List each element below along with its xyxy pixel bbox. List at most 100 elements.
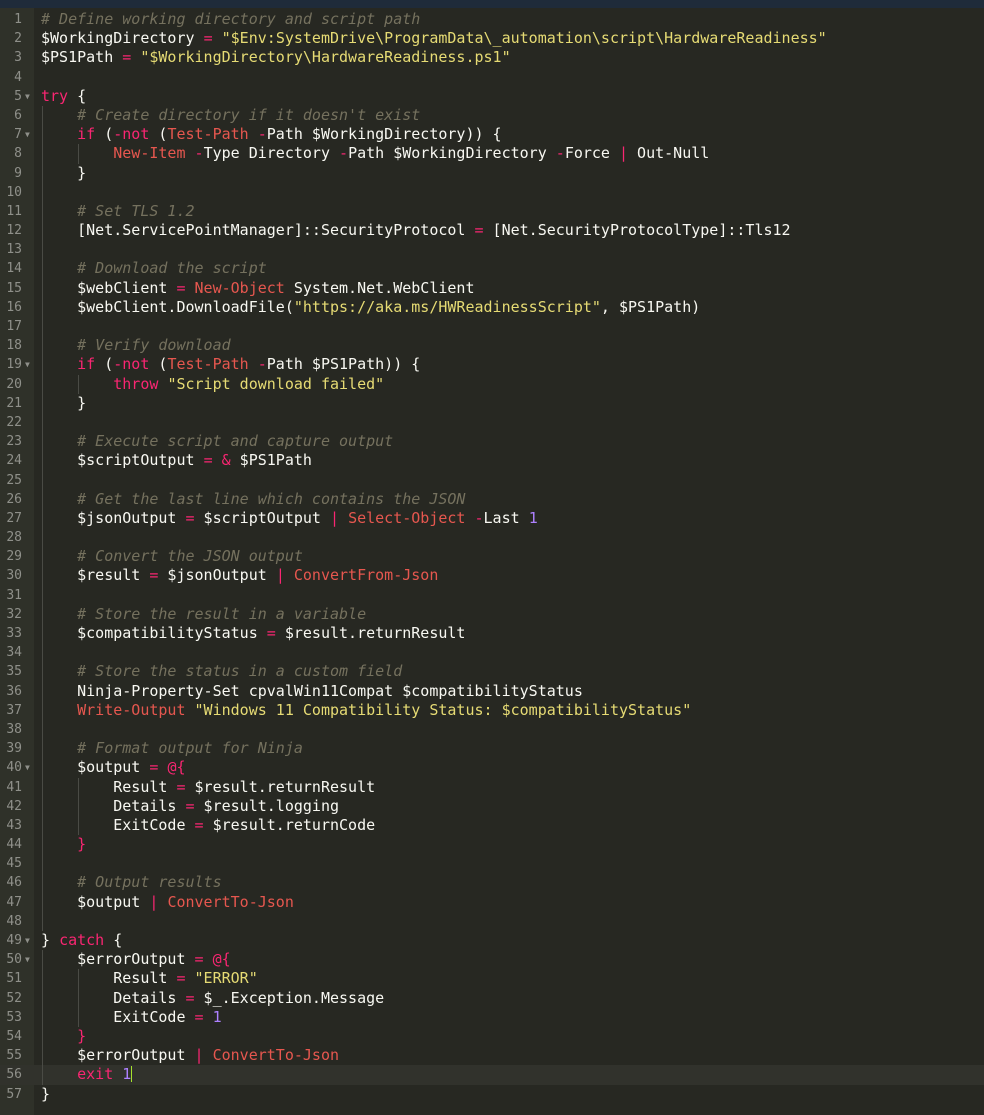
code-token: $result.returnCode	[203, 815, 376, 834]
code-token: Test-Path	[167, 355, 249, 374]
line-number: 44	[6, 837, 22, 853]
code-token: 1	[528, 508, 538, 527]
code-editor[interactable]: 1 # Define working directory and script p…	[0, 8, 984, 1115]
code-line[interactable]: 41 Result = $result.returnResult	[0, 777, 984, 797]
code-line[interactable]: 27 $jsonOutput = $scriptOutput | Select-…	[0, 508, 984, 529]
code-line[interactable]: 53 ExitCode = 1	[0, 1007, 984, 1027]
code-token: "Windows 11 Compatibility Status: $compa…	[194, 700, 692, 719]
editor-top-bar	[0, 0, 984, 8]
code-token: ConvertTo-Json	[167, 892, 294, 911]
code-text: $result = $jsonOutput | ConvertFrom-Json	[41, 566, 438, 585]
code-line[interactable]: 9 }	[0, 163, 984, 183]
code-line[interactable]: 57}	[0, 1085, 984, 1104]
code-line[interactable]: 14 # Download the script	[0, 259, 984, 279]
code-line[interactable]: 22	[0, 412, 984, 433]
fold-arrow-icon[interactable]: ▼	[25, 87, 30, 106]
code-line[interactable]: 23 # Execute script and capture output	[0, 432, 984, 452]
code-line[interactable]: 19 ▼ if (-not (Test-Path -Path $PS1Path))…	[0, 355, 984, 375]
line-number: 52	[6, 990, 22, 1006]
code-line[interactable]: 40 ▼ $output = @{	[0, 758, 984, 778]
code-line[interactable]: 52 Details = $_.Exception.Message	[0, 988, 984, 1008]
code-line[interactable]: 35 # Store the status in a custom field	[0, 662, 984, 682]
code-token: # Store the status in a custom field	[77, 662, 403, 681]
code-line[interactable]: 18 # Verify download	[0, 336, 984, 356]
code-line[interactable]: 38	[0, 719, 984, 740]
line-number: 41	[6, 779, 22, 795]
code-line[interactable]: 45	[0, 854, 984, 874]
code-line[interactable]: 39 # Format output for Ninja	[0, 739, 984, 759]
code-token: # Store the result in a variable	[77, 604, 367, 623]
code-line[interactable]: 12 [Net.ServicePointManager]::SecurityPr…	[0, 221, 984, 241]
code-line[interactable]: 10	[0, 182, 984, 202]
code-line[interactable]: 42 Details = $result.logging	[0, 796, 984, 816]
code-line[interactable]: 13	[0, 240, 984, 260]
fold-arrow-icon[interactable]: ▼	[25, 758, 30, 777]
code-line[interactable]: 47 $output | ConvertTo-Json	[0, 892, 984, 912]
code-line[interactable]: 30 $result = $jsonOutput | ConvertFrom-J…	[0, 566, 984, 586]
code-line[interactable]: 48	[0, 911, 984, 931]
code-line[interactable]: 11 # Set TLS 1.2	[0, 201, 984, 222]
code-line[interactable]: 26 # Get the last line which contains th…	[0, 489, 984, 509]
code-line[interactable]: 37 Write-Output "Windows 11 Compatibilit…	[0, 700, 984, 720]
code-line[interactable]: 44 }	[0, 835, 984, 855]
code-lines[interactable]: 1 # Define working directory and script p…	[0, 10, 984, 1104]
code-line[interactable]: 3 $PS1Path = "$WorkingDirectory\HardwareR…	[0, 48, 984, 67]
line-number: 3	[14, 50, 22, 66]
code-line[interactable]: 2 $WorkingDirectory = "$Env:SystemDrive\P…	[0, 29, 984, 48]
code-line[interactable]: 20 throw "Script download failed"	[0, 374, 984, 394]
code-line[interactable]: 54 }	[0, 1026, 984, 1047]
code-line[interactable]: 36 Ninja-Property-Set cpvalWin11Compat $…	[0, 681, 984, 701]
fold-arrow-icon[interactable]: ▼	[25, 125, 30, 144]
code-text: Details = $result.logging	[41, 797, 339, 816]
fold-arrow-icon[interactable]: ▼	[25, 355, 30, 374]
code-line[interactable]: 28	[0, 528, 984, 548]
code-line[interactable]: 51 Result = "ERROR"	[0, 969, 984, 989]
fold-arrow-icon[interactable]: ▼	[25, 931, 30, 950]
code-token: =	[185, 508, 195, 527]
code-token: # Output results	[77, 873, 222, 892]
code-line[interactable]: 29 # Convert the JSON output	[0, 547, 984, 567]
code-line[interactable]: 4	[0, 68, 984, 87]
fold-arrow-icon[interactable]: ▼	[25, 950, 30, 969]
code-line[interactable]: 33 $compatibilityStatus = $result.return…	[0, 624, 984, 644]
indent-guide	[42, 528, 43, 548]
code-token: $scriptOutput	[194, 508, 330, 527]
code-token: ConvertFrom-Json	[293, 566, 439, 585]
code-line[interactable]: 34	[0, 643, 984, 663]
code-line[interactable]: 6 # Create directory if it doesn't exist	[0, 105, 984, 126]
code-token: $webClient	[41, 278, 177, 297]
code-line[interactable]: 55 $errorOutput | ConvertTo-Json	[0, 1046, 984, 1066]
code-line[interactable]: 25	[0, 470, 984, 490]
code-line[interactable]: 32 # Store the result in a variable	[0, 604, 984, 624]
code-line[interactable]: 31	[0, 585, 984, 605]
line-number: 31	[6, 587, 22, 603]
code-line[interactable]: 46 # Output results	[0, 873, 984, 893]
code-line[interactable]: 1 # Define working directory and script p…	[0, 10, 984, 29]
code-line[interactable]: 8 New-Item -Type Directory -Path $Workin…	[0, 144, 984, 164]
code-token: $_.Exception.Message	[194, 988, 385, 1007]
line-number: 10	[6, 184, 22, 200]
code-line[interactable]: 24 $scriptOutput = & $PS1Path	[0, 451, 984, 471]
code-token: =	[194, 1007, 204, 1026]
code-line[interactable]: 43 ExitCode = $result.returnCode	[0, 815, 984, 836]
code-line[interactable]: 56 exit 1	[0, 1065, 984, 1085]
code-token: }	[41, 931, 60, 949]
code-token: Path $WorkingDirectory	[348, 144, 556, 163]
code-text: $jsonOutput = $scriptOutput | Select-Obj…	[41, 509, 538, 528]
code-token: "	[817, 29, 827, 48]
code-line[interactable]: 17	[0, 317, 984, 337]
code-line[interactable]: 5 ▼ try {	[0, 87, 984, 106]
code-line[interactable]: 21 }	[0, 393, 984, 413]
code-line[interactable]: 15 $webClient = New-Object System.Net.We…	[0, 278, 984, 298]
code-line[interactable]: 49 ▼} catch {	[0, 931, 984, 950]
code-line[interactable]: 7 ▼ if (-not (Test-Path -Path $WorkingDir…	[0, 125, 984, 145]
code-token: |	[275, 566, 285, 585]
code-line[interactable]: 50 ▼ $errorOutput = @{	[0, 950, 984, 970]
code-token: $result.returnResult	[185, 777, 376, 796]
code-line[interactable]: 16 $webClient.DownloadFile("https://aka.…	[0, 297, 984, 317]
code-token: SystemDrive\ProgramData\_automation\scri…	[275, 29, 818, 48]
